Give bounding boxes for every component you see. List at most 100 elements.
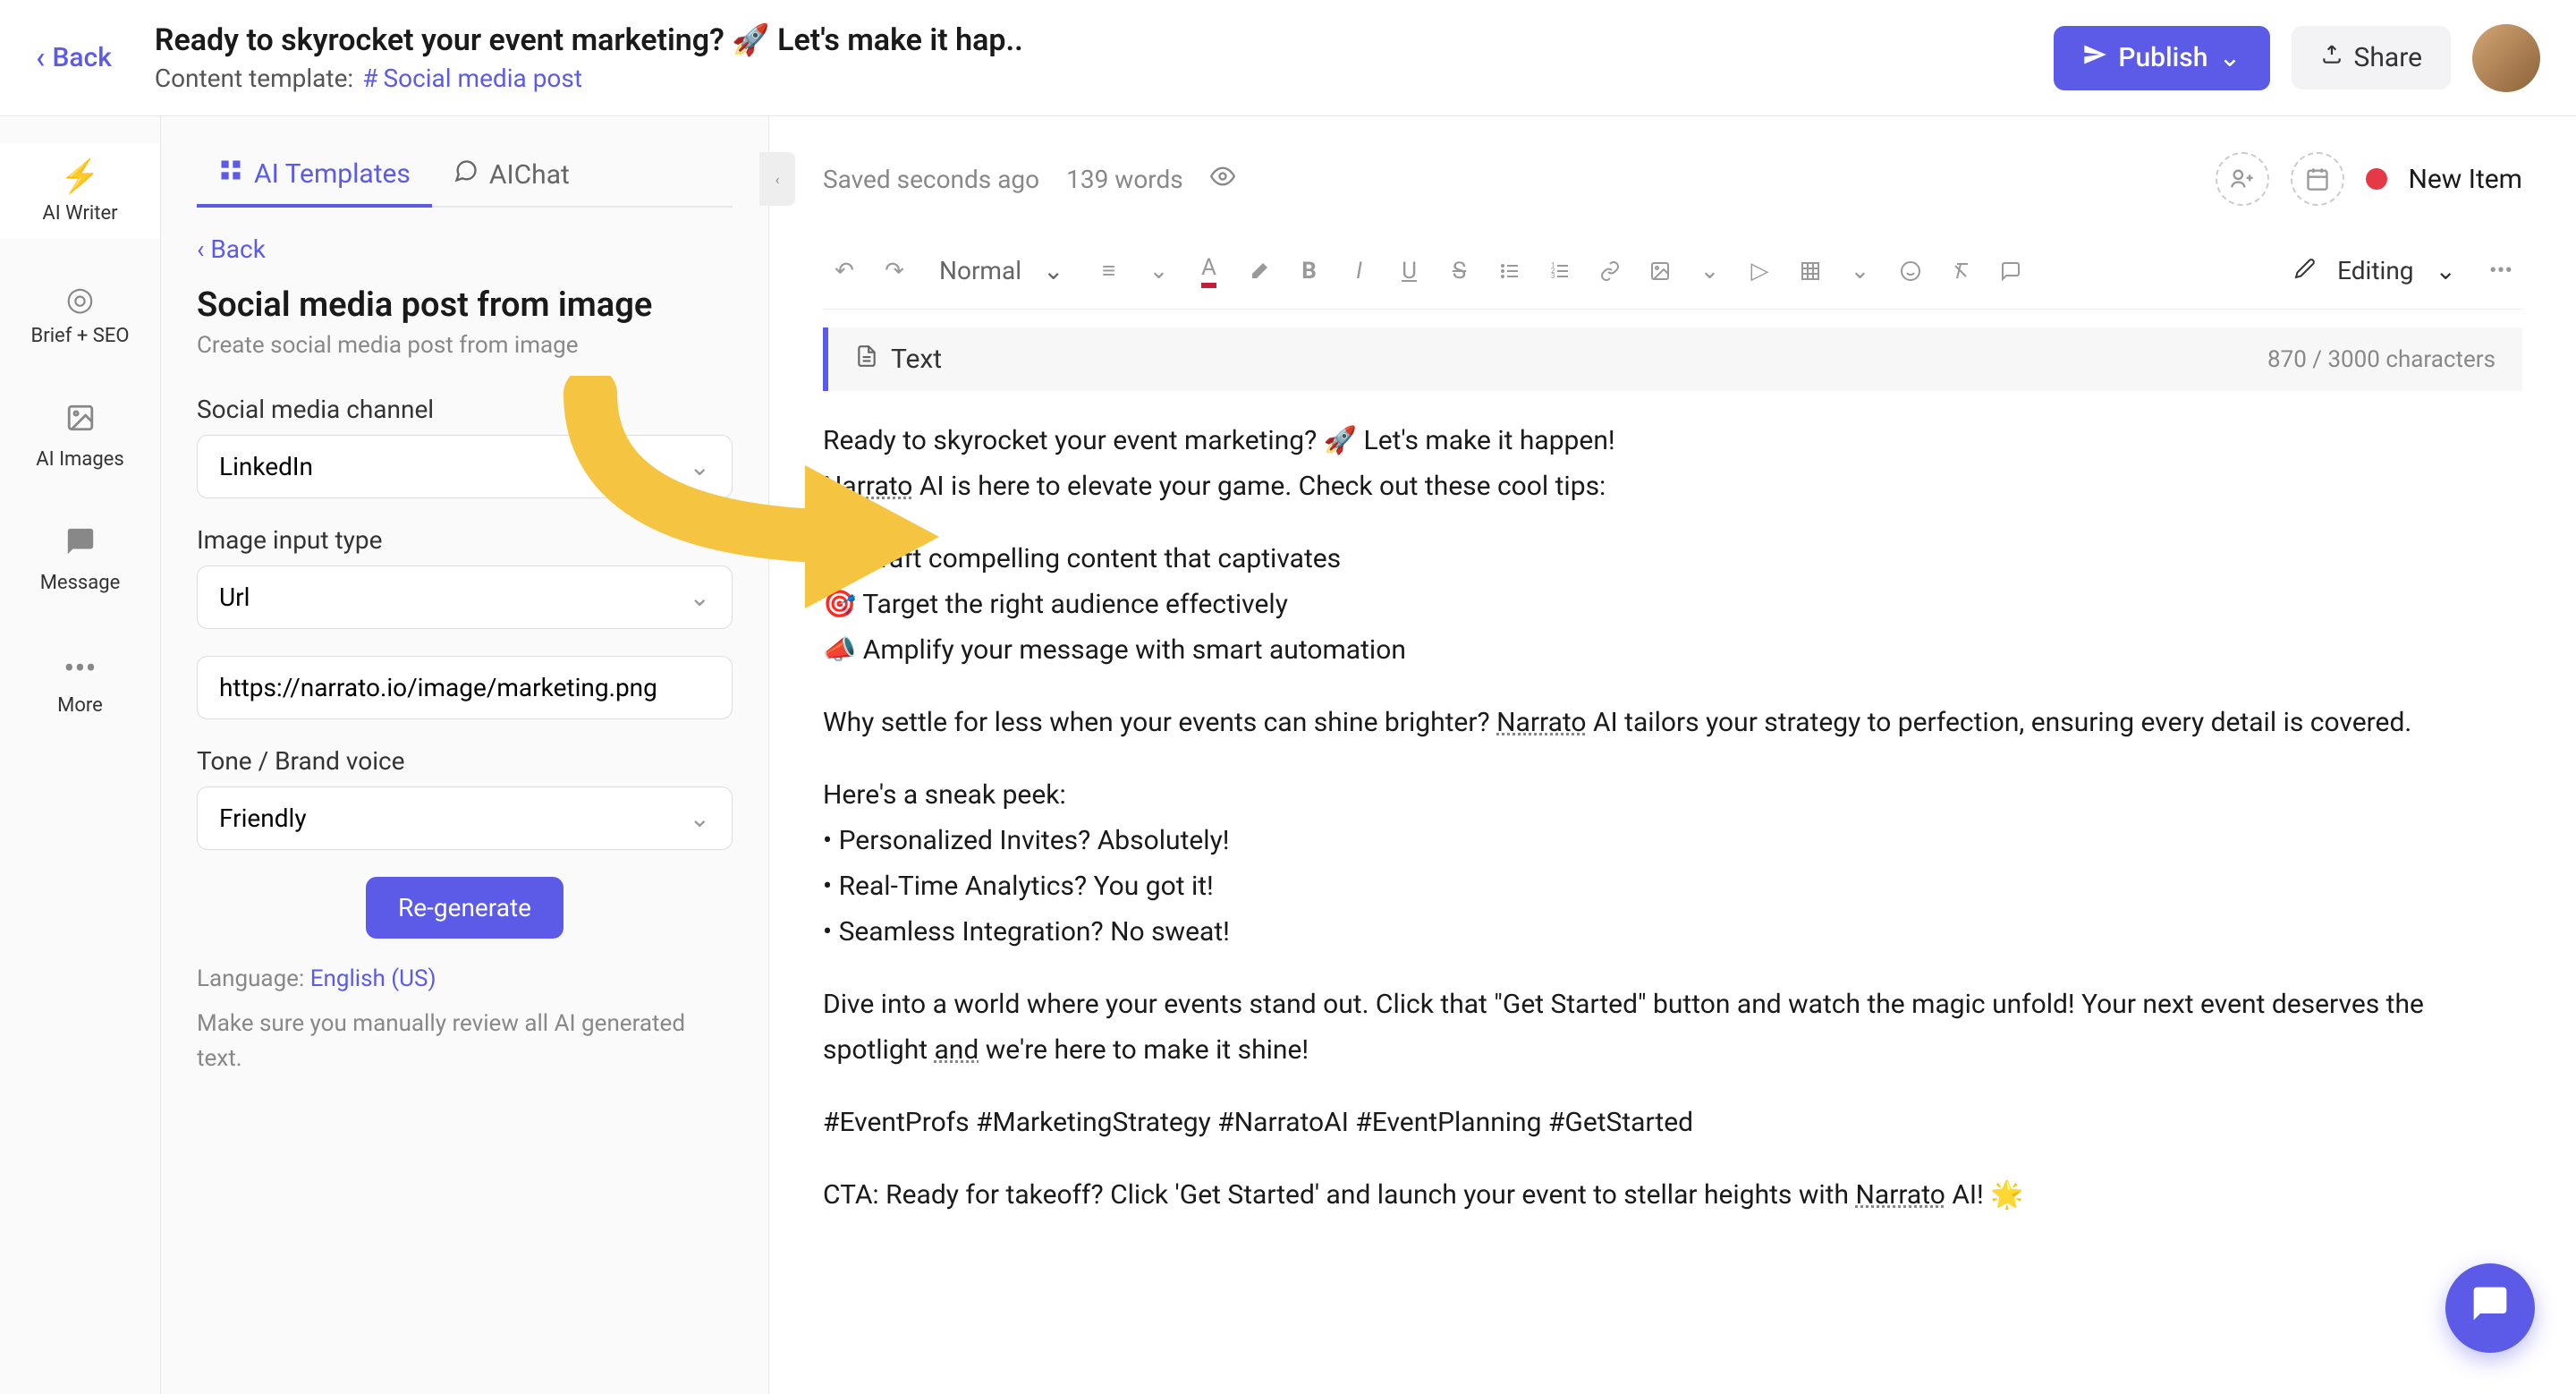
tone-label: Tone / Brand voice xyxy=(197,746,733,776)
status-label[interactable]: New Item xyxy=(2409,164,2523,195)
channel-value: LinkedIn xyxy=(219,452,313,481)
content-editable[interactable]: Ready to skyrocket your event marketing?… xyxy=(823,418,2522,1218)
content-line: AI tailors your strategy to perfection, … xyxy=(1587,707,2412,738)
regenerate-button[interactable]: Re-generate xyxy=(366,877,564,939)
lightning-icon: ⚡ xyxy=(60,157,100,195)
text-color-button[interactable]: A xyxy=(1188,250,1231,293)
rail-item-message[interactable]: Message xyxy=(0,512,160,608)
status-right: New Item xyxy=(2216,152,2523,206)
publish-button[interactable]: Publish ⌄ xyxy=(2054,26,2269,90)
rail-item-brief-seo[interactable]: ◎ Brief + SEO xyxy=(0,266,160,361)
template-link[interactable]: # Social media post xyxy=(362,64,582,93)
send-icon xyxy=(2082,42,2107,74)
align-dropdown[interactable]: ⌄ xyxy=(1138,250,1181,293)
italic-button[interactable]: I xyxy=(1338,250,1381,293)
panel-subtitle: Create social media post from image xyxy=(197,332,733,359)
language-label: Language: xyxy=(197,965,304,992)
panel-back-label: Back xyxy=(210,234,266,264)
chevron-left-icon: ‹ xyxy=(36,40,45,76)
content-bullet: 🎯 Target the right audience effectively xyxy=(823,589,1288,620)
svg-text:3: 3 xyxy=(1551,272,1555,280)
panel-title: Social media post from image xyxy=(197,285,733,325)
back-label: Back xyxy=(52,42,111,73)
text-block-label: Text xyxy=(855,344,942,375)
rail-item-ai-images[interactable]: AI Images xyxy=(0,388,160,485)
tab-ai-templates[interactable]: AI Templates xyxy=(197,143,432,208)
template-label: Content template: xyxy=(155,64,353,93)
saved-status: Saved seconds ago xyxy=(823,165,1039,194)
emoji-button[interactable] xyxy=(1889,250,1932,293)
publish-label: Publish xyxy=(2118,42,2207,73)
template-line: Content template: # Social media post xyxy=(155,64,2054,93)
rail-item-more[interactable]: ••• More xyxy=(0,635,160,731)
content-line: Why settle for less when your events can… xyxy=(823,707,1496,738)
target-icon: ◎ xyxy=(66,280,94,318)
channel-label: Social media channel xyxy=(197,395,733,424)
rail-item-ai-writer[interactable]: ⚡ AI Writer xyxy=(0,143,160,239)
link-button[interactable] xyxy=(1589,250,1631,293)
bullet-list-button[interactable] xyxy=(1488,250,1531,293)
comment-button[interactable] xyxy=(1989,250,2032,293)
table-button[interactable] xyxy=(1789,250,1832,293)
content-line: Here's a sneak peek: xyxy=(823,779,1066,811)
editing-label: Editing xyxy=(2337,256,2413,285)
editor: Saved seconds ago 139 words New Item ↶ ↷ xyxy=(769,116,2576,1394)
page-title: Ready to skyrocket your event marketing?… xyxy=(155,22,2054,58)
tab-ai-chat[interactable]: AIChat xyxy=(432,143,591,206)
sidebar-panel: AI Templates AIChat ‹ Back Social media … xyxy=(161,116,769,1394)
strikethrough-button[interactable]: S xyxy=(1438,250,1481,293)
text-label-text: Text xyxy=(891,344,942,375)
clear-format-button[interactable] xyxy=(1939,250,1982,293)
eye-icon[interactable] xyxy=(1210,164,1235,195)
redo-button[interactable]: ↷ xyxy=(873,250,916,293)
message-icon xyxy=(65,526,96,565)
tab-label: AIChat xyxy=(489,159,570,191)
language-link[interactable]: English (US) xyxy=(310,965,436,992)
add-user-button[interactable] xyxy=(2216,152,2269,206)
tone-select[interactable]: Friendly ⌄ xyxy=(197,786,733,850)
table-dropdown[interactable]: ⌄ xyxy=(1839,250,1882,293)
header-content: Ready to skyrocket your event marketing?… xyxy=(155,22,2054,93)
chevron-left-icon: ‹ xyxy=(197,234,210,264)
rail-label: AI Images xyxy=(36,448,123,471)
rail-label: Brief + SEO xyxy=(31,325,130,347)
format-select[interactable]: Normal ⌄ xyxy=(923,247,1080,294)
more-button[interactable]: ••• xyxy=(2479,250,2522,293)
back-button[interactable]: ‹ Back xyxy=(36,40,112,76)
highlight-button[interactable] xyxy=(1238,250,1281,293)
content-line: CTA: Ready for takeoff? Click 'Get Start… xyxy=(823,1179,1855,1211)
underline-button[interactable]: U xyxy=(1388,250,1431,293)
header: ‹ Back Ready to skyrocket your event mar… xyxy=(0,0,2576,116)
content-line: AI is here to elevate your game. Check o… xyxy=(912,471,1606,502)
image-dropdown[interactable]: ⌄ xyxy=(1689,250,1732,293)
chat-bubble-button[interactable] xyxy=(2445,1263,2535,1353)
main: ⚡ AI Writer ◎ Brief + SEO AI Images Mess… xyxy=(0,116,2576,1394)
content-bullet: • Real-Time Analytics? You got it! xyxy=(823,871,1214,902)
pencil-icon xyxy=(2294,256,2316,285)
chat-bubble-icon xyxy=(2470,1284,2510,1333)
share-button[interactable]: Share xyxy=(2292,26,2451,89)
header-actions: Publish ⌄ Share xyxy=(2054,24,2540,92)
tone-value: Friendly xyxy=(219,803,307,833)
bold-button[interactable]: B xyxy=(1288,250,1331,293)
collapse-handle[interactable]: ‹ xyxy=(759,152,795,206)
input-type-label: Image input type xyxy=(197,525,733,555)
status-dot[interactable] xyxy=(2366,168,2387,190)
language-line: Language: English (US) xyxy=(197,965,733,992)
url-input[interactable] xyxy=(197,656,733,719)
undo-button[interactable]: ↶ xyxy=(823,250,866,293)
channel-select[interactable]: LinkedIn ⌄ xyxy=(197,435,733,498)
toolbar: ↶ ↷ Normal ⌄ ≡ ⌄ A B I U S 123 xyxy=(823,233,2522,310)
video-button[interactable]: ▷ xyxy=(1739,250,1782,293)
avatar[interactable] xyxy=(2472,24,2540,92)
sidebar-tabs: AI Templates AIChat xyxy=(197,143,733,208)
panel-back-button[interactable]: ‹ Back xyxy=(197,234,733,264)
align-button[interactable]: ≡ xyxy=(1088,250,1131,293)
input-type-select[interactable]: Url ⌄ xyxy=(197,565,733,629)
image-button[interactable] xyxy=(1639,250,1682,293)
numbered-list-button[interactable]: 123 xyxy=(1538,250,1581,293)
share-label: Share xyxy=(2354,42,2422,73)
input-type-value: Url xyxy=(219,582,250,612)
editing-mode-select[interactable]: Editing ⌄ xyxy=(2278,247,2472,294)
calendar-button[interactable] xyxy=(2291,152,2344,206)
